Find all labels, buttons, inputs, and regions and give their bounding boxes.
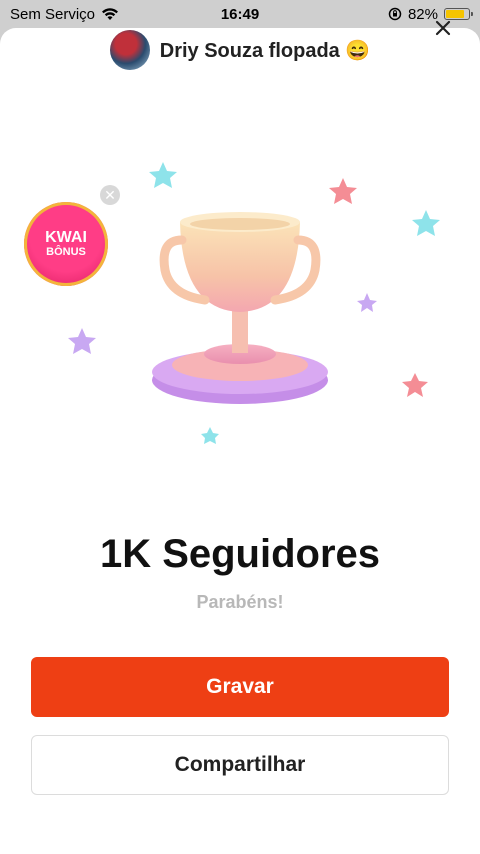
close-icon: ✕ (104, 187, 116, 203)
bonus-title: KWAI (45, 228, 87, 246)
sheet-header: Driy Souza flopada 😄 (0, 28, 480, 72)
star-decoration (68, 328, 96, 354)
star-decoration (412, 210, 440, 236)
username: Driy Souza flopada 😄 (160, 38, 371, 63)
star-decoration (149, 162, 177, 188)
username-text: Driy Souza flopada (159, 39, 340, 62)
close-icon (435, 20, 451, 36)
wifi-icon (102, 8, 119, 20)
milestone-subtitle: Parabéns! (196, 592, 284, 612)
rotation-lock-icon (388, 7, 402, 21)
milestone-title: 1K Seguidores (99, 532, 381, 576)
star-decoration (357, 293, 377, 312)
bonus-subtitle: BÔNUS (46, 245, 86, 258)
carrier-label: Sem Serviço (10, 5, 96, 23)
grin-emoji-icon: 😄 (345, 39, 371, 62)
record-button[interactable]: Gravar (31, 657, 449, 717)
star-decoration (329, 178, 357, 204)
avatar (109, 30, 150, 70)
kwai-bonus-badge[interactable]: KWAI BÔNUS (24, 202, 108, 286)
bonus-close-button[interactable]: ✕ (100, 185, 120, 205)
close-button[interactable] (432, 18, 454, 40)
status-left: Sem Serviço (10, 6, 119, 23)
trophy-illustration (68, 162, 440, 444)
clock: 16:49 (220, 5, 260, 23)
star-decoration (402, 373, 428, 397)
star-decoration (201, 427, 219, 444)
battery-fill (446, 10, 465, 18)
status-bar: Sem Serviço 16:49 82% (0, 0, 480, 28)
status-right: 82% (388, 6, 473, 23)
share-button[interactable]: Compartilhar (31, 735, 449, 795)
